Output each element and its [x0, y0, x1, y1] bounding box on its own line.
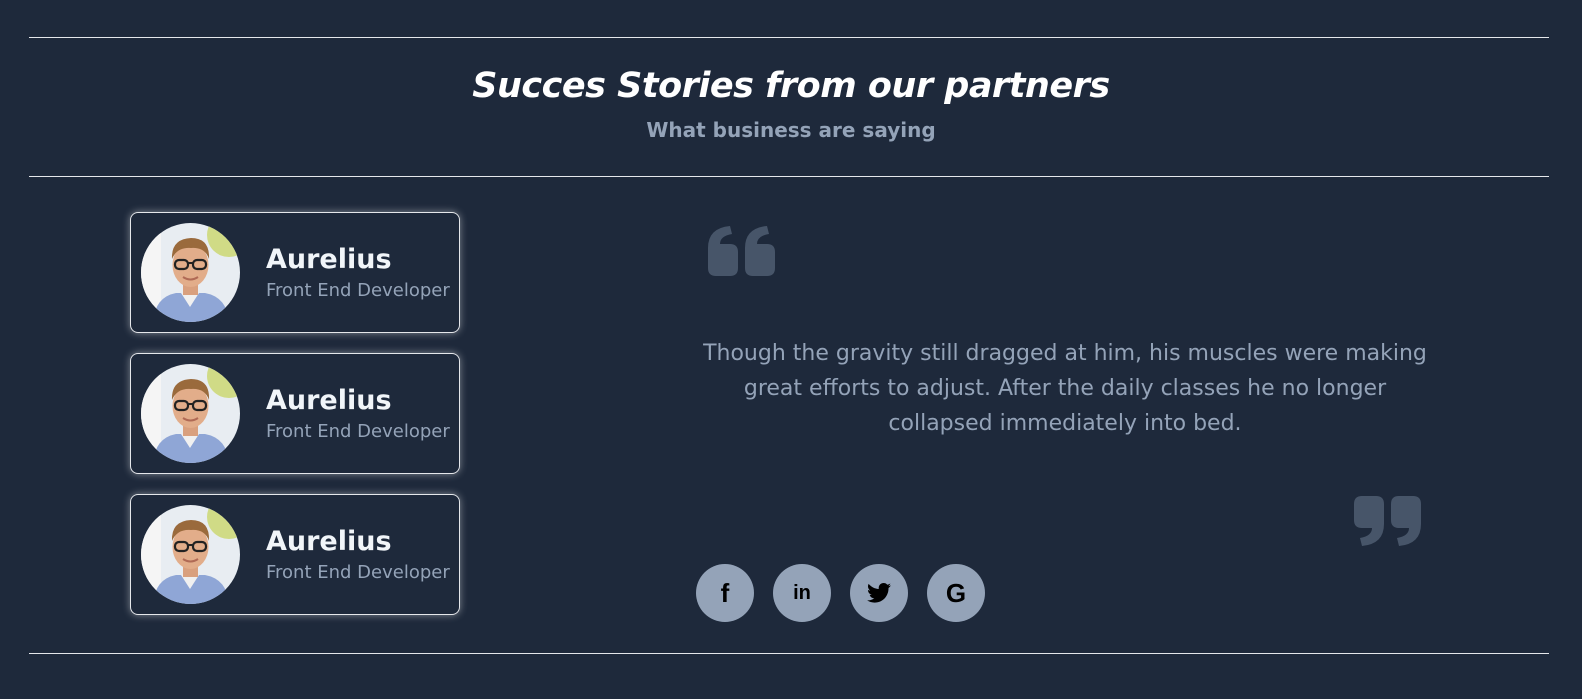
twitter-button[interactable]: [850, 564, 908, 622]
top-divider: [29, 37, 1549, 38]
avatar-portrait: [141, 223, 240, 322]
avatar: [141, 505, 240, 604]
person-name: Aurelius: [266, 384, 392, 416]
bottom-divider: [29, 653, 1549, 654]
linkedin-button[interactable]: in: [773, 564, 831, 622]
testimonial-card[interactable]: Aurelius Front End Developer: [130, 212, 460, 333]
section-heading: Succes Stories from our partners What bu…: [0, 62, 1582, 142]
testimonial-card[interactable]: Aurelius Front End Developer: [130, 353, 460, 474]
middle-divider: [29, 176, 1549, 177]
testimonial-list: Aurelius Front End Developer Aurelius Fr…: [130, 212, 460, 635]
section-title: Succes Stories from our partners: [472, 66, 1110, 106]
testimonial-quote: Though the gravity still dragged at him,…: [703, 341, 1427, 436]
google-button[interactable]: G: [927, 564, 985, 622]
linkedin-icon: in: [793, 581, 811, 604]
avatar-portrait: [141, 364, 240, 463]
avatar-portrait: [141, 505, 240, 604]
testimonial-card[interactable]: Aurelius Front End Developer: [130, 494, 460, 615]
quote-close-icon: [1354, 496, 1422, 550]
person-name: Aurelius: [266, 525, 392, 557]
person-role: Front End Developer: [266, 561, 450, 583]
twitter-icon: [867, 583, 891, 603]
facebook-icon: f: [720, 577, 730, 608]
google-icon: G: [945, 577, 967, 608]
testimonials-section: Succes Stories from our partners What bu…: [0, 0, 1582, 699]
section-subtitle: What business are saying: [646, 118, 936, 142]
person-name: Aurelius: [266, 243, 392, 275]
avatar: [141, 223, 240, 322]
facebook-button[interactable]: f: [696, 564, 754, 622]
avatar: [141, 364, 240, 463]
social-links: f in G: [696, 564, 1004, 622]
person-role: Front End Developer: [266, 279, 450, 301]
person-role: Front End Developer: [266, 420, 450, 442]
quote-open-icon: [708, 226, 776, 280]
